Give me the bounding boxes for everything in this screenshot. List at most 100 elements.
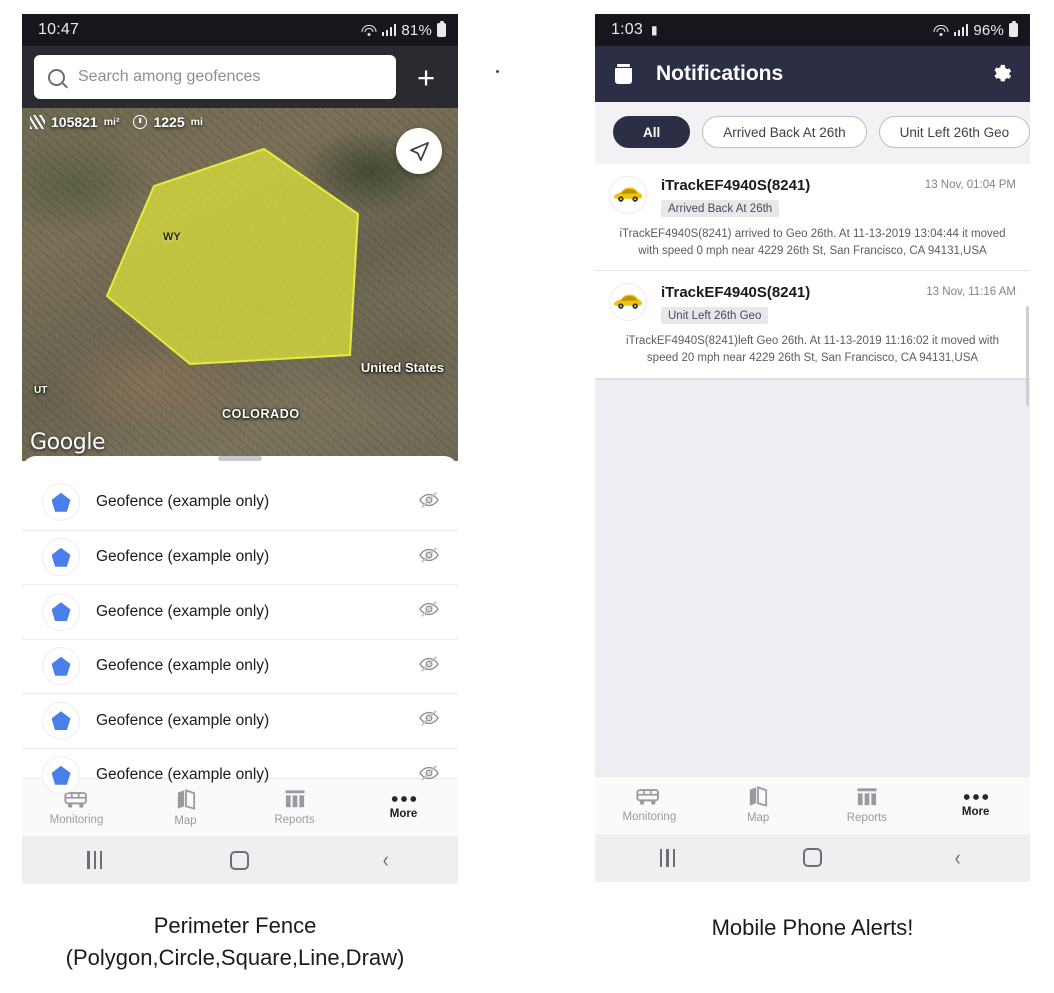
geofence-label: Geofence (example only) xyxy=(96,493,270,511)
filter-chip[interactable]: All xyxy=(613,116,691,148)
map-label-colorado: COLORADO xyxy=(222,407,300,421)
notification-card[interactable]: iTrackEF4940S(8241) Unit Left 26th Geo 13 … xyxy=(595,271,1030,379)
wifi-icon xyxy=(361,24,377,36)
geofence-label: Geofence (example only) xyxy=(96,602,270,620)
signal-bars-icon xyxy=(381,24,397,36)
app-bar: Notifications xyxy=(595,46,1030,102)
geofence-list: Geofence (example only) Geofence (example… xyxy=(22,475,458,802)
geofence-avatar xyxy=(42,756,80,795)
pentagon-icon xyxy=(51,547,71,567)
geofence-visibility-toggle[interactable] xyxy=(418,600,440,623)
filter-chip[interactable]: Arrived Back At 26th xyxy=(702,116,867,148)
yellow-car-icon xyxy=(614,294,643,310)
caption-left: Perimeter Fence (Polygon,Circle,Square,L… xyxy=(0,910,470,974)
notification-avatar xyxy=(609,176,647,214)
notification-card[interactable]: iTrackEF4940S(8241) Arrived Back At 26th 1… xyxy=(595,164,1030,272)
nav-tab-reports[interactable]: Reports xyxy=(813,777,922,834)
geofence-bottom-sheet: Geofence (example only) Geofence (example… xyxy=(22,456,458,795)
map-view[interactable]: 105821 mi² 1225 mi WY United States COLO… xyxy=(22,108,458,461)
gear-icon xyxy=(994,64,1012,82)
filter-chip[interactable]: Unit Left 26th Geo xyxy=(878,116,1030,148)
back-icon: ‹ xyxy=(954,844,961,870)
yellow-car-icon xyxy=(614,187,643,202)
filter-chip-row: All Arrived Back At 26th Unit Left 26th Ge… xyxy=(595,102,1030,164)
nav-tab-map[interactable]: Map xyxy=(704,777,813,834)
notification-body-line1: iTrackEF4940S(8241) arrived to Geo 26th.… xyxy=(619,228,1006,240)
pentagon-icon xyxy=(51,711,71,731)
home-button[interactable] xyxy=(167,836,312,884)
geofence-row[interactable]: Geofence (example only) xyxy=(22,475,458,530)
reports-icon xyxy=(856,787,878,807)
caption-left-line2: (Polygon,Circle,Square,Line,Draw) xyxy=(65,944,405,970)
area-hatch-icon xyxy=(30,115,45,129)
home-button[interactable] xyxy=(740,834,885,882)
pentagon-icon xyxy=(51,602,71,622)
settings-button[interactable] xyxy=(990,63,1012,85)
nav-tab-label: Monitoring xyxy=(49,813,104,826)
scrollbar[interactable] xyxy=(1026,306,1029,406)
notification-meta: iTrackEF4940S(8241) Arrived Back At 26th xyxy=(661,176,911,217)
geofence-avatar xyxy=(42,701,80,740)
trash-icon[interactable] xyxy=(615,64,632,84)
nav-tab-monitoring[interactable]: Monitoring xyxy=(595,777,704,834)
eye-off-icon xyxy=(419,765,439,781)
geofence-label: Geofence (example only) xyxy=(96,548,270,566)
eye-off-icon xyxy=(419,656,439,672)
search-placeholder: Search among geofences xyxy=(78,68,261,85)
recents-button[interactable] xyxy=(595,834,740,882)
status-bar: 10:47 81% xyxy=(22,14,458,46)
status-bar-clock: 10:47 xyxy=(38,21,80,38)
perimeter-value: 1225 xyxy=(153,114,185,130)
van-icon xyxy=(636,787,662,806)
notification-body: iTrackEF4940S(8241) arrived to Geo 26th.… xyxy=(609,226,1016,259)
geofence-row[interactable]: Geofence (example only) xyxy=(22,693,458,748)
eye-off-icon xyxy=(419,547,439,563)
geofence-row[interactable]: Geofence (example only) xyxy=(22,747,458,803)
status-bar-indicators: 81% xyxy=(361,22,446,39)
search-icon xyxy=(48,68,65,86)
notification-meta: iTrackEF4940S(8241) Unit Left 26th Geo xyxy=(661,283,912,325)
notification-body-line1: iTrackEF4940S(8241)left Geo 26th. At 11-… xyxy=(625,335,1000,348)
signal-bars-icon xyxy=(953,24,969,36)
geofence-visibility-toggle[interactable] xyxy=(418,546,440,569)
pentagon-icon xyxy=(51,765,71,785)
home-icon xyxy=(230,850,250,870)
geofence-row[interactable]: Geofence (example only) xyxy=(22,529,458,585)
geofence-avatar xyxy=(42,592,80,631)
map-label-country: United States xyxy=(360,360,444,375)
notification-time: 13 Nov, 01:04 PM xyxy=(924,179,1016,191)
back-button[interactable]: ‹ xyxy=(313,836,458,884)
geofence-visibility-toggle[interactable] xyxy=(418,655,440,678)
geofence-visibility-toggle[interactable] xyxy=(418,709,440,732)
pentagon-icon xyxy=(51,656,71,676)
nav-tab-label: More xyxy=(389,808,418,820)
geofence-row[interactable]: Geofence (example only) xyxy=(22,584,458,639)
notification-device: iTrackEF4940S(8241) xyxy=(661,284,811,302)
caption-left-line1: Perimeter Fence xyxy=(153,913,317,938)
nav-tab-label: Reports xyxy=(846,811,888,824)
status-bar-indicators: 96% xyxy=(933,21,1018,39)
navigate-arrow-icon xyxy=(409,141,429,161)
empty-list-area xyxy=(595,378,1030,776)
battery-icon xyxy=(1009,23,1018,37)
wifi-icon xyxy=(933,24,949,36)
geofence-row[interactable]: Geofence (example only) xyxy=(22,638,458,694)
battery-percent: 96% xyxy=(973,21,1004,39)
back-button[interactable]: ‹ xyxy=(885,834,1030,882)
eye-off-icon xyxy=(419,710,439,726)
notification-tag: Unit Left 26th Geo xyxy=(661,307,769,325)
geofence-visibility-toggle[interactable] xyxy=(418,491,440,514)
system-nav-bar: ‹ xyxy=(22,836,458,884)
locate-me-button[interactable] xyxy=(396,128,442,174)
map-icon xyxy=(748,786,768,807)
add-geofence-button[interactable]: + xyxy=(404,55,448,99)
geofence-avatar xyxy=(42,538,80,577)
recents-button[interactable] xyxy=(22,836,167,884)
search-input[interactable]: Search among geofences xyxy=(34,55,396,99)
perimeter-measurement: 1225 mi xyxy=(133,114,203,130)
geofence-visibility-toggle[interactable] xyxy=(418,764,440,787)
comparison-figure: 10:47 81% Search among geofences + 10582… xyxy=(0,0,1054,993)
nav-tab-more[interactable]: More xyxy=(921,777,1030,834)
sheet-drag-handle[interactable] xyxy=(218,456,262,461)
notification-header: iTrackEF4940S(8241) Unit Left 26th Geo 13 … xyxy=(609,283,1016,325)
